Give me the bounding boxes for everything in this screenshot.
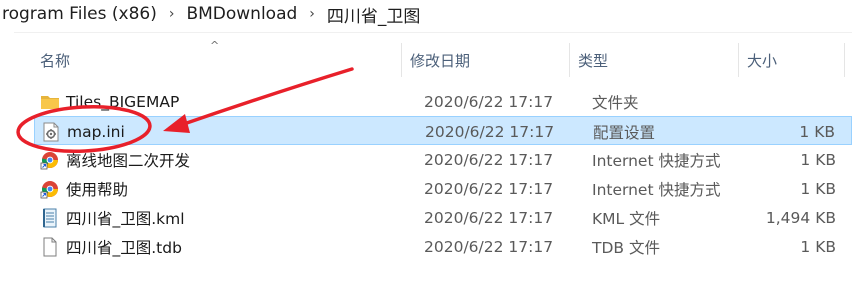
breadcrumb-current-folder[interactable]: 四川省_卫图 <box>321 2 427 27</box>
file-name: map.ini <box>67 122 125 141</box>
column-header-row: ^ 名称 修改日期 类型 大小 <box>14 39 852 79</box>
settings-file-icon <box>43 122 59 142</box>
file-size: 1 KB <box>800 179 836 198</box>
file-size: 1 KB <box>800 150 836 169</box>
column-divider[interactable] <box>844 43 845 77</box>
file-row[interactable]: 四川省_卫图.tdb 2020/6/22 17:17 TDB 文件 1 KB <box>34 232 852 261</box>
file-modified-date: 2020/6/22 17:17 <box>425 122 555 141</box>
file-modified-date: 2020/6/22 17:17 <box>424 208 554 227</box>
breadcrumb-program-files[interactable]: rogram Files (x86) <box>0 4 163 24</box>
file-type: 配置设置 <box>593 123 656 142</box>
breadcrumb-separator-icon[interactable]: › <box>303 6 321 22</box>
column-divider[interactable] <box>738 43 739 77</box>
column-divider[interactable] <box>569 43 570 77</box>
file-row[interactable]: 离线地图二次开发 2020/6/22 17:17 Internet 快捷方式 1… <box>34 145 852 174</box>
file-type: TDB 文件 <box>592 238 660 257</box>
file-modified-date: 2020/6/22 17:17 <box>424 179 554 198</box>
file-list-panel: ^ 名称 修改日期 类型 大小 Tiles_BIGEMAP 2020/6/22 … <box>14 32 852 279</box>
file-modified-date: 2020/6/22 17:17 <box>424 92 554 111</box>
internet-shortcut-icon <box>40 152 58 170</box>
file-row[interactable]: Tiles_BIGEMAP 2020/6/22 17:17 文件夹 <box>34 87 852 116</box>
file-name: Tiles_BIGEMAP <box>66 92 180 111</box>
file-size: 1 KB <box>800 237 836 256</box>
file-size: 1 KB <box>799 122 835 141</box>
file-size: 1,494 KB <box>765 208 836 227</box>
blank-file-icon <box>43 237 57 257</box>
internet-shortcut-icon <box>40 181 58 199</box>
file-name: 离线地图二次开发 <box>66 151 191 170</box>
sort-ascending-icon: ^ <box>210 39 220 52</box>
file-name: 四川省_卫图.tdb <box>66 238 182 257</box>
folder-icon <box>41 96 59 109</box>
column-divider[interactable] <box>401 43 402 77</box>
file-name: 使用帮助 <box>66 180 129 199</box>
file-name: 四川省_卫图.kml <box>66 209 185 228</box>
address-breadcrumb[interactable]: rogram Files (x86) › BMDownload › 四川省_卫图 <box>0 0 858 28</box>
file-type: Internet 快捷方式 <box>592 151 721 170</box>
file-modified-date: 2020/6/22 17:17 <box>424 237 554 256</box>
column-header-size[interactable]: 大小 <box>747 41 777 79</box>
file-row-selected[interactable]: map.ini 2020/6/22 17:17 配置设置 1 KB <box>34 116 852 145</box>
file-row[interactable]: 四川省_卫图.kml 2020/6/22 17:17 KML 文件 1,494 … <box>34 203 852 232</box>
file-modified-date: 2020/6/22 17:17 <box>424 150 554 169</box>
column-header-date[interactable]: 修改日期 <box>410 41 470 79</box>
breadcrumb-bmdownload[interactable]: BMDownload <box>180 4 303 24</box>
column-header-name[interactable]: 名称 <box>40 41 70 79</box>
file-type: KML 文件 <box>592 209 661 228</box>
file-row[interactable]: 使用帮助 2020/6/22 17:17 Internet 快捷方式 1 KB <box>34 174 852 203</box>
column-header-type[interactable]: 类型 <box>578 41 608 79</box>
breadcrumb-separator-icon[interactable]: › <box>163 6 181 22</box>
file-type: Internet 快捷方式 <box>592 180 721 199</box>
file-type: 文件夹 <box>592 93 639 112</box>
kml-file-icon <box>43 208 57 228</box>
